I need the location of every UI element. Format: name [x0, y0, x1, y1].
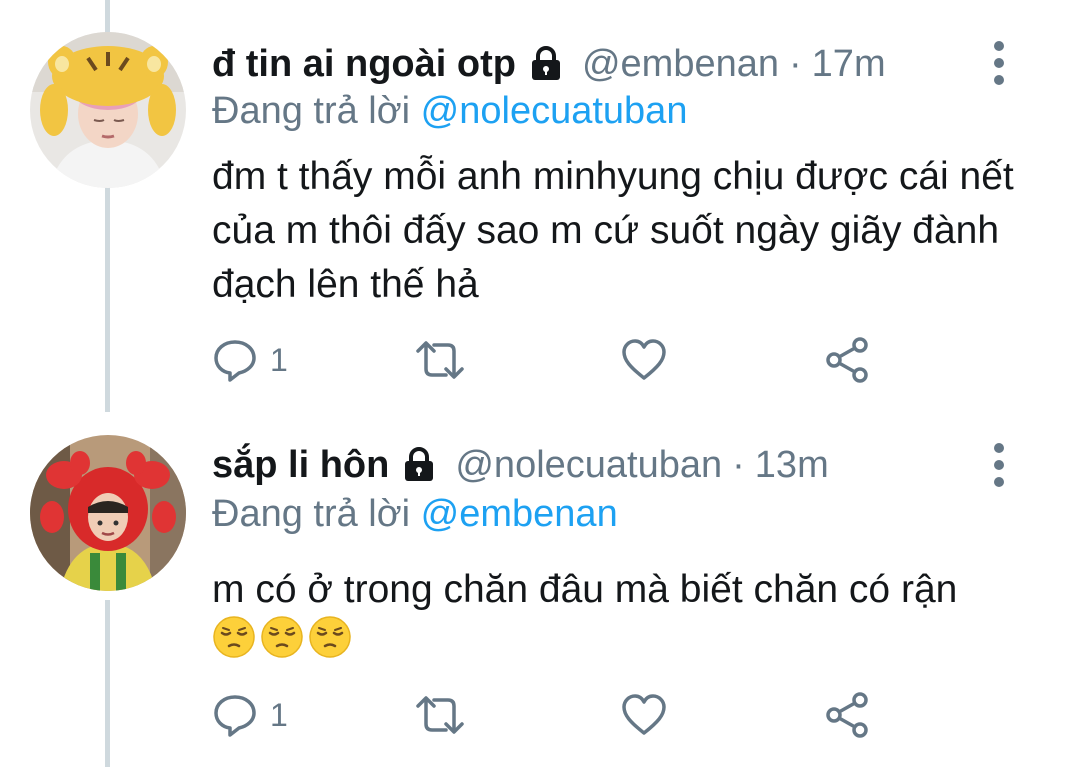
tweet-actions: 1 — [212, 335, 912, 385]
replying-to: Đang trả lời @embenan — [212, 493, 618, 536]
replying-to-handle[interactable]: @embenan — [421, 493, 618, 535]
replying-to-label: Đang trả lời — [212, 493, 411, 535]
retweet-icon — [416, 696, 464, 734]
avatar[interactable] — [30, 32, 186, 188]
user-handle[interactable]: @nolecuatuban — [455, 444, 722, 487]
pensive-face-emoji — [261, 616, 303, 658]
tweet-header: sắp li hôn @nolecuatuban · 13m — [212, 435, 829, 495]
tweet[interactable]: sắp li hôn @nolecuatuban · 13m Đang trả … — [0, 415, 1080, 767]
tweet-header: đ tin ai ngoài otp @embenan · 17m — [212, 34, 886, 94]
lock-icon — [399, 445, 439, 485]
replying-to-handle[interactable]: @nolecuatuban — [421, 90, 688, 132]
reply-button[interactable]: 1 — [212, 335, 288, 385]
tweet-text: m có ở trong chăn đâu mà biết chăn có rậ… — [212, 568, 958, 611]
like-button[interactable] — [620, 335, 668, 385]
separator-dot: · — [789, 42, 802, 85]
share-icon — [826, 337, 868, 383]
timestamp[interactable]: 13m — [755, 444, 829, 487]
replying-to-label: Đang trả lời — [212, 90, 411, 132]
user-handle[interactable]: @embenan — [582, 43, 779, 86]
retweet-icon — [416, 341, 464, 379]
display-name[interactable]: sắp li hôn — [212, 444, 389, 487]
pensive-face-emoji — [213, 616, 255, 658]
timestamp[interactable]: 17m — [812, 43, 886, 86]
tweet-actions: 1 — [212, 690, 912, 740]
reply-button[interactable]: 1 — [212, 690, 288, 740]
tweet-text: đm t thấy mỗi anh minhyung chịu được cái… — [212, 155, 1014, 306]
lock-icon — [526, 44, 566, 84]
more-icon[interactable] — [984, 440, 1014, 490]
share-icon — [826, 692, 868, 738]
like-button[interactable] — [620, 690, 668, 740]
reply-icon — [214, 695, 256, 737]
like-icon — [622, 339, 666, 380]
like-icon — [622, 694, 666, 735]
reply-count: 1 — [270, 341, 288, 378]
retweet-button[interactable] — [412, 335, 468, 385]
reply-thread: đ tin ai ngoài otp @embenan · 17m Đang t… — [0, 0, 1080, 767]
separator-dot: · — [732, 443, 745, 486]
share-button[interactable] — [822, 690, 872, 740]
replying-to: Đang trả lời @nolecuatuban — [212, 90, 687, 133]
avatar[interactable] — [30, 435, 186, 591]
emoji-row — [212, 615, 352, 661]
avatar-photo — [30, 435, 186, 591]
avatar-photo — [30, 32, 186, 188]
share-button[interactable] — [822, 335, 872, 385]
reply-icon — [214, 340, 256, 382]
pensive-face-emoji — [309, 616, 351, 658]
tweet[interactable]: đ tin ai ngoài otp @embenan · 17m Đang t… — [0, 0, 1080, 412]
more-icon[interactable] — [984, 38, 1014, 88]
reply-count: 1 — [270, 696, 288, 733]
retweet-button[interactable] — [412, 690, 468, 740]
display-name[interactable]: đ tin ai ngoài otp — [212, 43, 516, 86]
